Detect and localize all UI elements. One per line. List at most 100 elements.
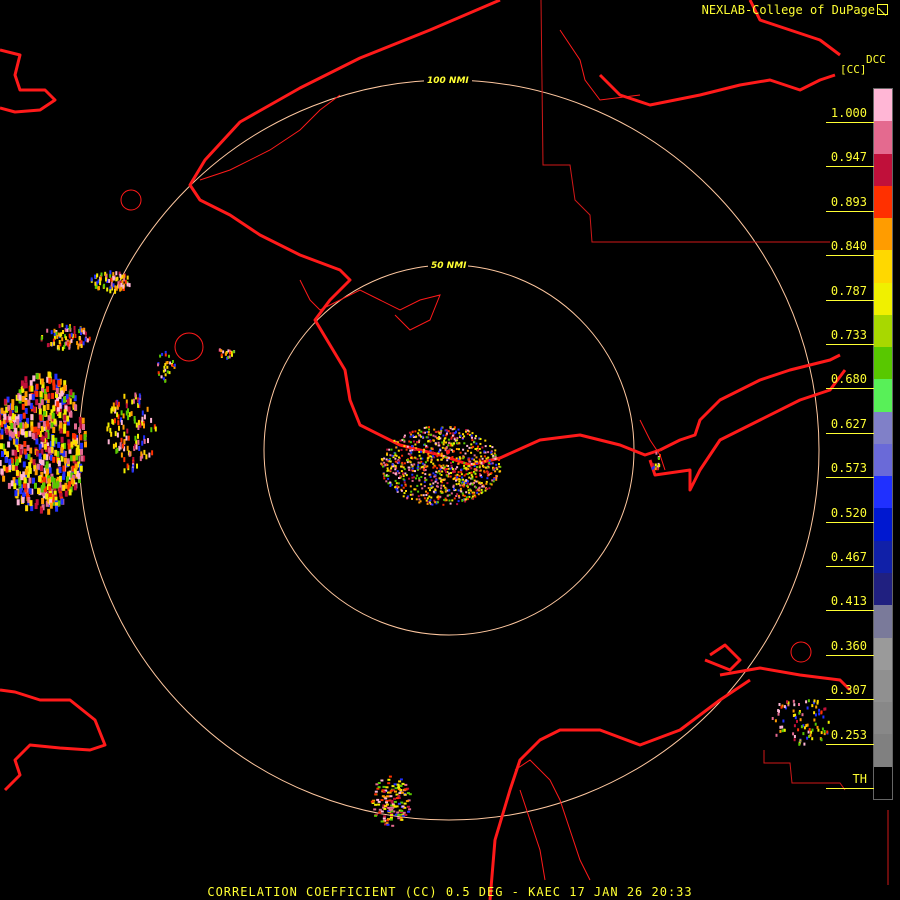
echo-pixel — [466, 444, 469, 447]
echo-pixel — [475, 480, 478, 483]
echo-pixel — [53, 341, 56, 346]
echo-pixel — [2, 475, 6, 482]
echo-pixel — [58, 340, 61, 344]
echo-pixel — [462, 433, 464, 436]
echo-pixel — [119, 287, 122, 292]
echo-pixel — [27, 454, 31, 460]
echo-pixel — [436, 485, 439, 488]
echo-pixel — [434, 480, 437, 483]
echo-pixel — [493, 467, 496, 470]
echo-pixel — [464, 500, 467, 503]
echo-pixel — [492, 454, 495, 457]
echo-pixel — [463, 435, 466, 438]
echo-pixel — [450, 472, 452, 474]
echo-pixel — [62, 484, 66, 491]
echo-pixel — [448, 499, 451, 502]
echo-pixel — [386, 823, 390, 826]
echo-pixel — [449, 444, 452, 447]
echo-pixel — [231, 353, 233, 357]
echo-pixel — [428, 473, 431, 476]
echo-pixel — [29, 500, 33, 507]
echo-pixel — [806, 723, 809, 727]
echo-pixel — [495, 477, 498, 479]
echo-pixel — [35, 391, 39, 397]
echo-pixel — [404, 814, 408, 816]
echo-pixel — [151, 450, 154, 456]
echo-pixel — [20, 474, 24, 481]
echo-pixel — [453, 426, 456, 429]
echo-pixel — [24, 391, 28, 398]
echo-pixel — [420, 494, 423, 497]
echo-pixel — [471, 436, 473, 439]
color-scale-segment — [874, 121, 892, 154]
echo-pixel — [28, 477, 32, 484]
echo-pixel — [777, 709, 780, 713]
echo-pixel — [412, 469, 415, 472]
echo-pixel — [7, 405, 11, 411]
echo-pixel — [466, 498, 469, 501]
echo-pixel — [125, 403, 128, 409]
echo-pixel — [431, 503, 434, 506]
echo-pixel — [112, 283, 115, 288]
echo-pixel — [74, 423, 77, 430]
echo-pixel — [84, 331, 87, 336]
echo-pixel — [123, 431, 126, 437]
radar-echoes — [0, 270, 830, 827]
echo-pixel — [440, 484, 443, 487]
echo-pixel — [814, 713, 817, 717]
echo-pixel — [436, 458, 439, 461]
echo-pixel — [442, 478, 445, 481]
color-scale-tick — [826, 388, 874, 390]
echo-pixel — [42, 421, 46, 427]
echo-pixel — [61, 346, 64, 351]
echo-pixel — [398, 456, 400, 459]
echo-pixel — [385, 786, 389, 789]
echo-pixel — [14, 449, 18, 456]
echo-pixel — [389, 460, 392, 463]
echo-pixel — [386, 795, 390, 798]
echo-pixel — [10, 480, 14, 487]
echo-pixel — [442, 484, 445, 487]
echo-pixel — [464, 498, 467, 501]
echo-pixel — [113, 406, 116, 412]
echo-pixel — [792, 732, 795, 736]
echo-pixel — [66, 430, 70, 437]
echo-pixel — [405, 800, 409, 803]
echo-pixel — [813, 711, 816, 715]
echo-pixel — [455, 448, 458, 450]
echo-pixel — [421, 465, 424, 468]
color-scale-segment — [874, 637, 892, 670]
echo-pixel — [387, 477, 390, 480]
color-scale-segment — [874, 89, 892, 122]
echo-pixel — [110, 408, 113, 414]
echo-pixel — [120, 282, 123, 287]
echo-pixel — [385, 458, 388, 461]
echo-pixel — [6, 451, 9, 458]
color-scale-segment — [874, 347, 892, 380]
echo-pixel — [404, 484, 407, 487]
echo-pixel — [470, 489, 472, 492]
echo-pixel — [54, 449, 58, 456]
echo-pixel — [386, 448, 389, 451]
echo-pixel — [403, 445, 406, 448]
echo-pixel — [172, 360, 174, 363]
echo-pixel — [400, 448, 403, 451]
echo-pixel — [65, 336, 67, 341]
echo-pixel — [409, 435, 412, 438]
echo-pixel — [393, 800, 397, 803]
echo-pixel — [409, 441, 412, 444]
echo-pixel — [480, 488, 483, 491]
echo-pixel — [384, 464, 387, 466]
echo-pixel — [451, 434, 454, 437]
echo-pixel — [426, 497, 429, 500]
echo-pixel — [475, 435, 477, 438]
echo-pixel — [434, 430, 437, 433]
echo-pixel — [405, 448, 408, 451]
echo-pixel — [134, 435, 137, 441]
echo-pixel — [457, 428, 460, 431]
echo-pixel — [436, 455, 439, 458]
echo-pixel — [404, 783, 408, 786]
echo-pixel — [424, 461, 427, 464]
echo-pixel — [799, 718, 802, 722]
echo-pixel — [131, 467, 134, 473]
